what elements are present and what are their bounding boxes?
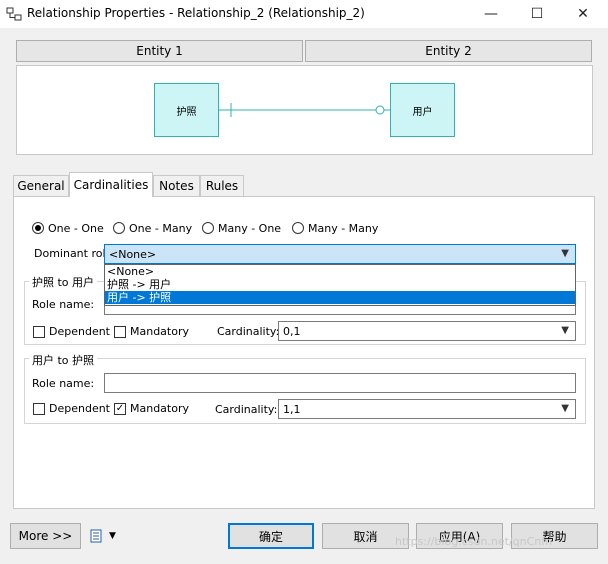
role-name-input-2[interactable] bbox=[104, 373, 576, 393]
cardinality-value-1: 0,1 bbox=[283, 324, 301, 338]
checkmark-icon: ✓ bbox=[115, 402, 125, 414]
role-name-label: Role name: bbox=[32, 377, 95, 390]
dropdown-option-user-to-passport[interactable]: 用户 -> 护照 bbox=[105, 291, 575, 304]
entity-passport-label: 护照 bbox=[176, 106, 197, 118]
dominant-role-dropdown: <None> 护照 -> 用户 用户 -> 护照 bbox=[104, 264, 576, 306]
radio-indicator bbox=[202, 222, 214, 234]
dominant-role-select[interactable]: <None> ▼ bbox=[104, 244, 576, 264]
radio-one-one[interactable]: One - One bbox=[32, 221, 104, 235]
dropdown-option-none[interactable]: <None> bbox=[105, 265, 575, 278]
radio-many-many[interactable]: Many - Many bbox=[292, 221, 378, 235]
chevron-down-icon: ▼ bbox=[561, 248, 569, 259]
radio-indicator bbox=[32, 222, 44, 234]
document-icon bbox=[90, 529, 102, 543]
tab-cardinalities[interactable]: Cardinalities bbox=[69, 172, 153, 197]
relationship-line bbox=[219, 103, 390, 117]
entity-passport[interactable]: 护照 bbox=[154, 83, 219, 137]
dominant-role-value: <None> bbox=[109, 247, 157, 261]
radio-indicator bbox=[113, 222, 125, 234]
mandatory-checkbox-2[interactable]: ✓ Mandatory bbox=[114, 402, 189, 415]
checkbox-label: Dependent bbox=[49, 402, 110, 415]
checkbox-box: ✓ bbox=[114, 402, 126, 415]
cardinality-label-2: Cardinality: bbox=[215, 403, 278, 416]
chevron-down-icon: ▼ bbox=[561, 325, 569, 336]
cardinality-value-2: 1,1 bbox=[283, 402, 301, 416]
dropdown-option-passport-to-user[interactable]: 护照 -> 用户 bbox=[105, 278, 575, 291]
radio-many-one[interactable]: Many - One bbox=[202, 221, 281, 235]
radio-label: One - Many bbox=[129, 221, 193, 235]
radio-label: Many - Many bbox=[308, 221, 379, 235]
dependent-checkbox-2[interactable]: Dependent bbox=[33, 402, 110, 415]
checkbox-label: Mandatory bbox=[130, 402, 190, 415]
more-button[interactable]: More >> bbox=[10, 523, 81, 549]
tab-panel bbox=[13, 196, 595, 509]
checkbox-box bbox=[114, 325, 126, 338]
cardinality-select-2[interactable]: 1,1 ▼ bbox=[278, 399, 576, 419]
group-passport-to-user-title: 护照 to 用户 bbox=[29, 274, 98, 290]
print-menu-button[interactable]: ▼ bbox=[89, 529, 116, 543]
chevron-down-icon: ▼ bbox=[109, 531, 116, 541]
watermark: https://blog.csdn.net/qnCnfn bbox=[395, 535, 553, 548]
checkbox-box bbox=[33, 402, 45, 415]
radio-label: Many - One bbox=[218, 221, 282, 235]
group-user-to-passport-title: 用户 to 护照 bbox=[29, 352, 98, 368]
mandatory-checkbox-1[interactable]: Mandatory bbox=[114, 325, 189, 338]
entity-user-label: 用户 bbox=[412, 106, 433, 118]
checkbox-label: Dependent bbox=[49, 325, 110, 338]
role-name-label: Role name: bbox=[32, 298, 95, 311]
dependent-checkbox-1[interactable]: Dependent bbox=[33, 325, 110, 338]
radio-label: One - One bbox=[48, 221, 104, 235]
cardinality-label-1: Cardinality: bbox=[217, 325, 280, 338]
cardinality-select-1[interactable]: 0,1 ▼ bbox=[278, 321, 576, 341]
checkbox-label: Mandatory bbox=[130, 325, 190, 338]
radio-indicator bbox=[292, 222, 304, 234]
entity-user[interactable]: 用户 bbox=[390, 83, 455, 137]
radio-one-many[interactable]: One - Many bbox=[113, 221, 192, 235]
checkbox-box bbox=[33, 325, 45, 338]
ok-button[interactable]: 确定 bbox=[228, 523, 314, 549]
chevron-down-icon: ▼ bbox=[561, 403, 569, 414]
